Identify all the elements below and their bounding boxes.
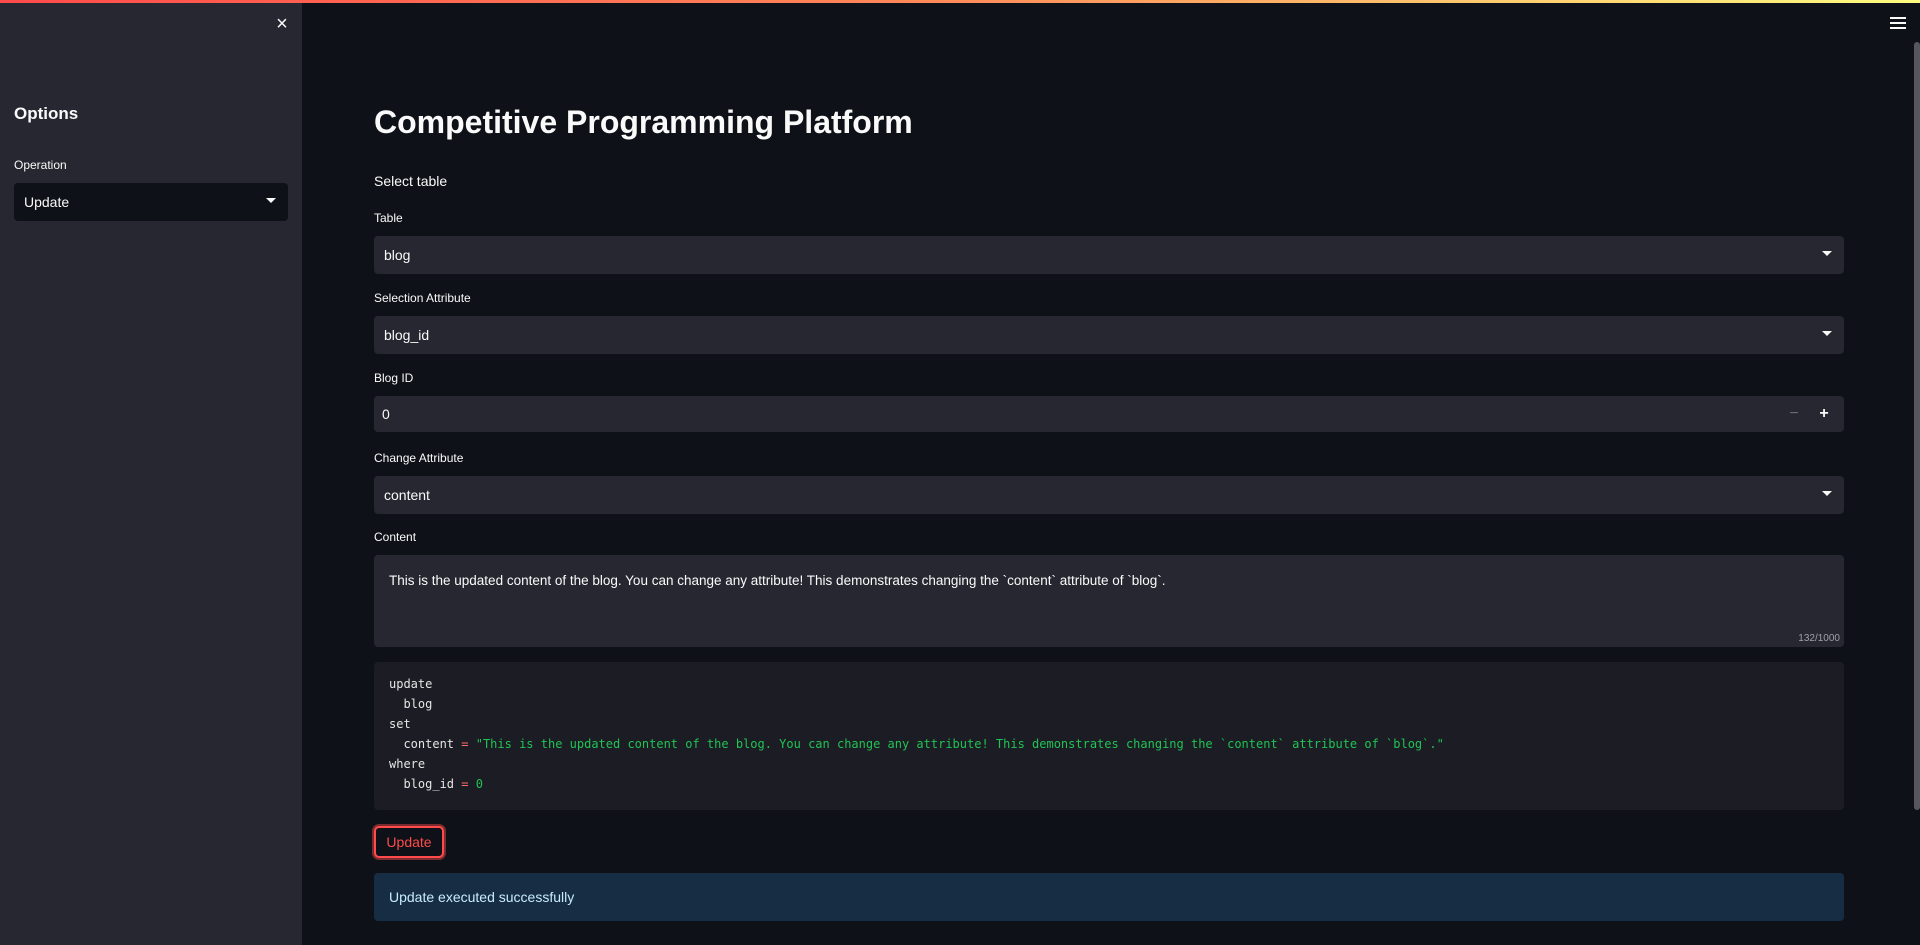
chevron-down-icon xyxy=(1822,331,1832,336)
sql-keyword-set: set xyxy=(389,717,411,731)
blog-id-input[interactable]: 0 − + xyxy=(374,396,1844,432)
selection-attribute-select[interactable]: blog_id xyxy=(374,316,1844,354)
chevron-down-icon xyxy=(266,198,276,203)
success-alert: Update executed successfully xyxy=(374,873,1844,921)
sql-code-block: update blog set content = "This is the u… xyxy=(374,662,1844,810)
sql-where-operator: = xyxy=(461,777,469,791)
operation-label: Operation xyxy=(14,158,67,172)
blog-id-value: 0 xyxy=(382,406,390,422)
select-table-heading: Select table xyxy=(374,173,448,189)
status-message: Update executed successfully xyxy=(389,889,575,905)
change-attribute-label: Change Attribute xyxy=(374,451,464,465)
sql-table: blog xyxy=(403,697,433,711)
content-text: This is the updated content of the blog.… xyxy=(389,573,1166,588)
table-select[interactable]: blog xyxy=(374,236,1844,274)
main-content: Competitive Programming Platform Select … xyxy=(374,0,1844,945)
sidebar-title: Options xyxy=(14,104,79,123)
content-label: Content xyxy=(374,530,417,544)
sql-keyword-where: where xyxy=(389,757,426,771)
close-icon[interactable]: × xyxy=(272,14,292,34)
blog-id-label: Blog ID xyxy=(374,371,414,385)
table-select-value: blog xyxy=(384,247,411,263)
sql-where-value: 0 xyxy=(475,777,483,791)
change-attribute-select[interactable]: content xyxy=(374,476,1844,514)
chevron-down-icon xyxy=(1822,251,1832,256)
sql-where-column: blog_id xyxy=(403,777,455,791)
sql-column: content xyxy=(403,737,455,751)
sql-keyword-update: update xyxy=(389,677,433,691)
table-label: Table xyxy=(374,211,403,225)
top-decoration-bar xyxy=(0,0,1920,3)
update-button[interactable]: Update xyxy=(374,826,444,858)
decrement-button[interactable]: − xyxy=(1782,396,1806,432)
increment-button[interactable]: + xyxy=(1812,396,1836,432)
operation-select-value: Update xyxy=(24,194,70,210)
selection-attribute-label: Selection Attribute xyxy=(374,291,471,305)
content-textarea[interactable]: This is the updated content of the blog.… xyxy=(374,555,1844,647)
chevron-down-icon xyxy=(1822,491,1832,496)
operation-select[interactable]: Update xyxy=(14,183,288,221)
page-title: Competitive Programming Platform xyxy=(374,104,913,140)
menu-icon[interactable] xyxy=(1890,17,1906,31)
sql-operator: = xyxy=(461,737,469,751)
scrollbar[interactable] xyxy=(1914,42,1920,810)
char-counter: 132/1000 xyxy=(1798,633,1840,644)
sql-string-value: "This is the updated content of the blog… xyxy=(475,737,1444,751)
selection-attribute-value: blog_id xyxy=(384,327,430,343)
sidebar: × Options Operation Update xyxy=(0,0,302,945)
change-attribute-value: content xyxy=(384,487,430,503)
